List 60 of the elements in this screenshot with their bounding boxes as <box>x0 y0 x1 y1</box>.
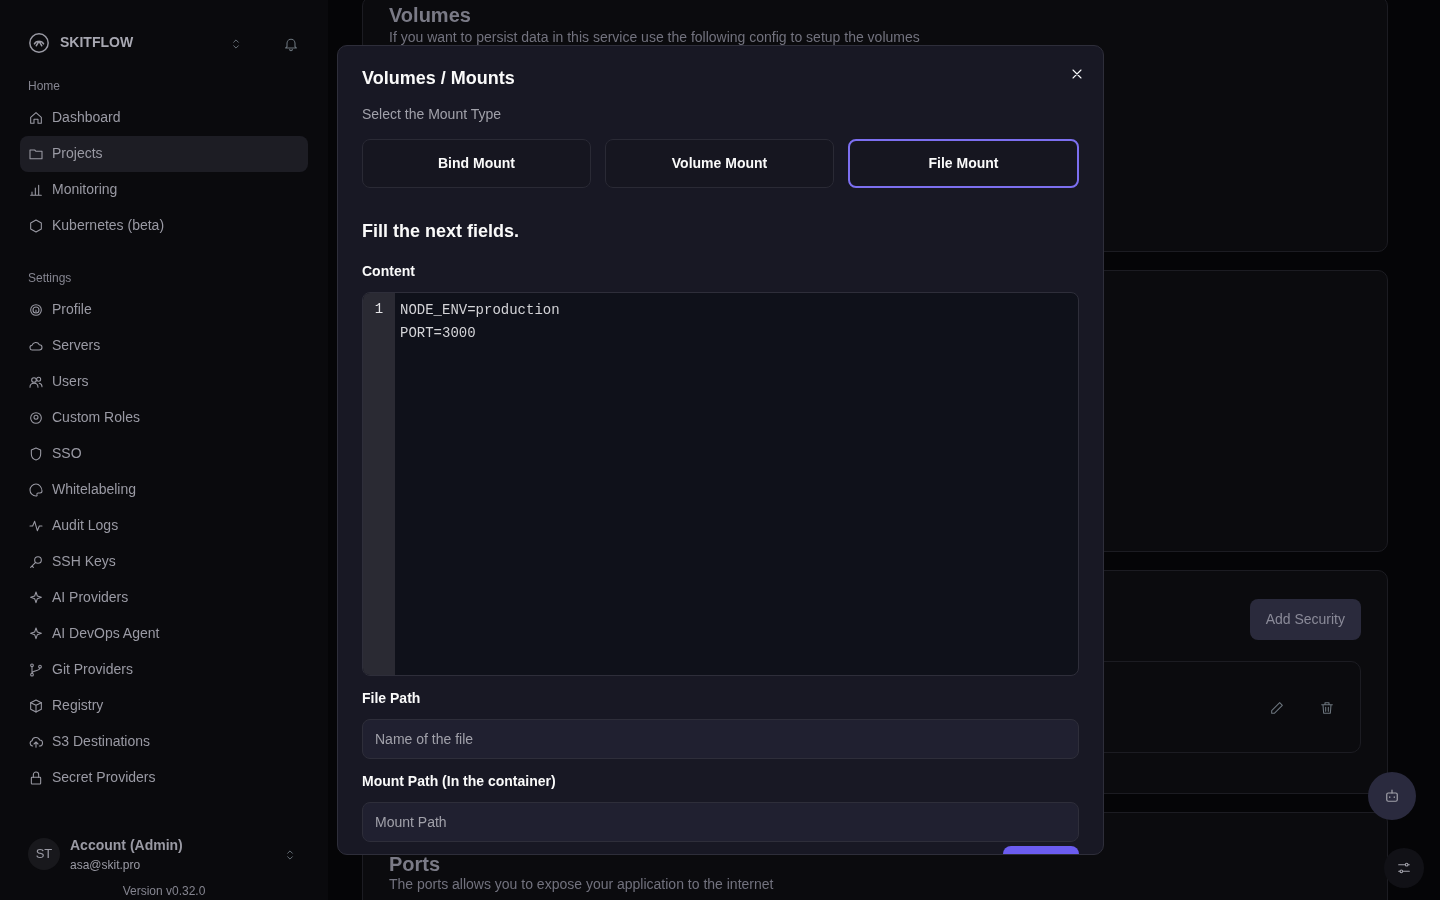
code-editor[interactable]: 1 NODE_ENV=production PORT=3000 <box>362 291 1079 676</box>
form-heading: Fill the next fields. <box>362 219 521 243</box>
section-title: Ports <box>389 854 441 874</box>
sidebar-item[interactable]: Servers <box>20 327 308 364</box>
add-security-button[interactable]: Add Security <box>1249 599 1361 640</box>
sidebar-item[interactable]: Kubernetes (beta) <box>20 207 308 244</box>
sparkle-icon <box>28 589 44 606</box>
git-branch-icon <box>28 661 44 678</box>
field-label: File Path <box>362 688 422 708</box>
edit-icon <box>1269 699 1285 716</box>
code-text: NODE_ENV=production PORT=3000 <box>399 300 561 343</box>
field-label: Content <box>362 261 416 281</box>
field-label: Mount Path (In the container) <box>362 771 557 791</box>
package-icon <box>28 697 44 714</box>
mount-type-option[interactable]: Bind Mount <box>362 138 591 188</box>
settings-button[interactable] <box>1384 848 1424 888</box>
sidebar-item[interactable]: SSH Keys <box>20 543 308 580</box>
sidebar-item[interactable]: Projects <box>20 135 308 172</box>
input-field[interactable]: Name of the file <box>362 718 1079 759</box>
sidebar-item[interactable]: Registry <box>20 687 308 724</box>
lock-icon <box>28 769 44 786</box>
line-number: 1 <box>373 299 385 319</box>
sidebar-item[interactable]: AI DevOps Agent <box>20 615 308 652</box>
sidebar-item[interactable]: Custom Roles <box>20 399 308 436</box>
section-description: If you want to persist data in this service use the following config to setup the volumes <box>389 28 920 47</box>
assistant-button[interactable] <box>1368 772 1416 820</box>
hexagon-icon <box>28 217 44 234</box>
home-icon <box>28 109 44 126</box>
mount-type-option[interactable]: File Mount <box>848 138 1079 188</box>
sidebar-item[interactable]: SSO <box>20 435 308 472</box>
logo-icon <box>28 31 50 54</box>
field-label: Select the Mount Type <box>362 104 503 124</box>
account-email: asa@skit.pro <box>70 856 142 874</box>
sliders-icon <box>1396 860 1412 876</box>
sidebar-item[interactable]: Profile <box>20 291 308 328</box>
trash-icon <box>1319 699 1335 716</box>
sidebar-item[interactable]: Users <box>20 363 308 400</box>
sidebar-item[interactable]: Git Providers <box>20 651 308 688</box>
section-description: The ports allows you to expose your application to the internet <box>389 876 774 893</box>
section-title: Volumes <box>389 3 472 27</box>
account-name: Account (Admin) <box>70 835 183 855</box>
key-icon <box>28 553 44 570</box>
avatar: ST <box>28 838 60 870</box>
sidebar-item[interactable]: AI Providers <box>20 579 308 616</box>
section-heading: Settings <box>27 269 73 286</box>
sidebar-item[interactable]: Dashboard <box>20 99 308 136</box>
sidebar-item[interactable]: Monitoring <box>20 171 308 208</box>
sidebar-item[interactable]: Secret Providers <box>20 759 308 796</box>
robot-icon <box>1383 787 1401 805</box>
sparkle-icon <box>28 625 44 642</box>
shield-icon <box>28 445 44 462</box>
sidebar-item[interactable]: S3 Destinations <box>20 723 308 760</box>
version-text: Version v0.32.0 <box>121 883 207 900</box>
input-field[interactable]: Mount Path <box>362 801 1079 842</box>
sidebar-item[interactable]: Audit Logs <box>20 507 308 544</box>
mount-type-option[interactable]: Volume Mount <box>605 138 834 188</box>
dialog-title: Volumes / Mounts <box>362 68 515 90</box>
brand-name: SKITFLOW <box>60 33 134 53</box>
sidebar-item[interactable]: Whitelabeling <box>20 471 308 508</box>
section-heading: Home <box>27 77 61 94</box>
